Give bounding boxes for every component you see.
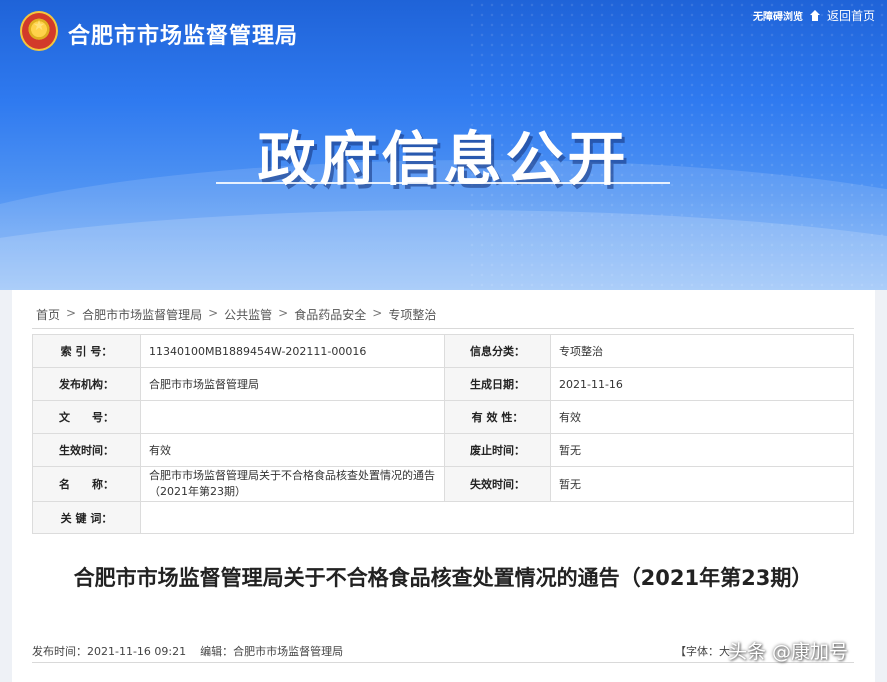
table-row: 名 称： 合肥市市场监督管理局关于不合格食品核查处置情况的通告（2021年第23… <box>32 466 854 502</box>
document-meta-table: 索 引 号： 11340100MB1889454W-202111-00016 信… <box>32 334 854 534</box>
breadcrumb-item-special-rectification[interactable]: 专项整治 <box>388 306 436 323</box>
category-label: 信息分类： <box>444 334 551 368</box>
publish-time-label: 发布时间： <box>32 645 87 658</box>
keywords-label: 关 键 词： <box>32 501 141 534</box>
index-value: 11340100MB1889454W-202111-00016 <box>140 334 445 368</box>
effective-label: 生效时间： <box>32 433 141 467</box>
table-row: 发布机构： 合肥市市场监督管理局 生成日期： 2021-11-16 <box>32 367 854 401</box>
breadcrumb-item-public-supervision[interactable]: 公共监管 <box>224 306 272 323</box>
publisher-label: 发布机构： <box>32 367 141 401</box>
back-home-link[interactable]: 返回首页 <box>827 7 875 24</box>
publish-time: 发布时间：2021-11-16 09:21 <box>32 643 186 659</box>
watermark: 头条 @康加号 <box>728 641 849 663</box>
table-row: 生效时间： 有效 废止时间： 暂无 <box>32 433 854 467</box>
keywords-value <box>140 501 854 534</box>
created-label: 生成日期： <box>444 367 551 401</box>
breadcrumb-item-bureau[interactable]: 合肥市市场监督管理局 <box>82 306 202 323</box>
home-icon[interactable] <box>809 9 821 22</box>
category-value: 专项整治 <box>550 334 854 368</box>
site-name[interactable]: 合肥市市场监督管理局 <box>68 18 298 50</box>
breadcrumb-item-food-drug-safety[interactable]: 食品药品安全 <box>294 306 366 323</box>
accessibility-link[interactable]: 无障碍浏览 <box>753 8 803 23</box>
table-row: 关 键 词： <box>32 501 854 534</box>
breadcrumb-separator: > <box>372 306 383 320</box>
divider <box>32 328 854 329</box>
breadcrumb-separator: > <box>278 306 289 320</box>
validity-label: 有 效 性： <box>444 400 551 434</box>
national-emblem-icon <box>20 11 58 51</box>
breadcrumb-separator: > <box>66 306 77 320</box>
table-row: 文 号： 有 效 性： 有效 <box>32 400 854 434</box>
breadcrumb-item-home[interactable]: 首页 <box>36 306 60 323</box>
name-value: 合肥市市场监督管理局关于不合格食品核查处置情况的通告（2021年第23期） <box>140 466 445 502</box>
editor-label: 编辑： <box>200 645 234 658</box>
name-label: 名 称： <box>32 466 141 502</box>
repeal-value: 暂无 <box>550 433 854 467</box>
publish-info: 发布时间：2021-11-16 09:21 编辑：合肥市市场监督管理局 <box>32 643 343 659</box>
editor: 编辑：合肥市市场监督管理局 <box>200 643 343 659</box>
header-banner: 合肥市市场监督管理局 无障碍浏览 返回首页 政府信息公开 <box>0 0 887 290</box>
banner-underline <box>216 182 670 184</box>
publisher-value: 合肥市市场监督管理局 <box>140 367 445 401</box>
font-size-control[interactable]: 【字体：大 <box>675 643 730 659</box>
editor-value: 合肥市市场监督管理局 <box>233 645 344 658</box>
index-label: 索 引 号： <box>32 334 141 368</box>
effective-value: 有效 <box>140 433 445 467</box>
table-row: 索 引 号： 11340100MB1889454W-202111-00016 信… <box>32 334 854 368</box>
docno-value <box>140 400 445 434</box>
validity-value: 有效 <box>550 400 854 434</box>
top-links: 无障碍浏览 返回首页 <box>753 7 875 24</box>
breadcrumb: 首页 > 合肥市市场监督管理局 > 公共监管 > 食品药品安全 > 专项整治 <box>36 306 436 323</box>
expire-label: 失效时间： <box>444 466 551 502</box>
repeal-label: 废止时间： <box>444 433 551 467</box>
docno-label: 文 号： <box>32 400 141 434</box>
expire-value: 暂无 <box>550 466 854 502</box>
page-title: 合肥市市场监督管理局关于不合格食品核查处置情况的通告（2021年第23期） <box>73 566 813 590</box>
created-value: 2021-11-16 <box>550 367 854 401</box>
breadcrumb-separator: > <box>208 306 219 320</box>
publish-time-value: 2021-11-16 09:21 <box>87 645 187 658</box>
content-panel: 首页 > 合肥市市场监督管理局 > 公共监管 > 食品药品安全 > 专项整治 索… <box>12 290 875 682</box>
